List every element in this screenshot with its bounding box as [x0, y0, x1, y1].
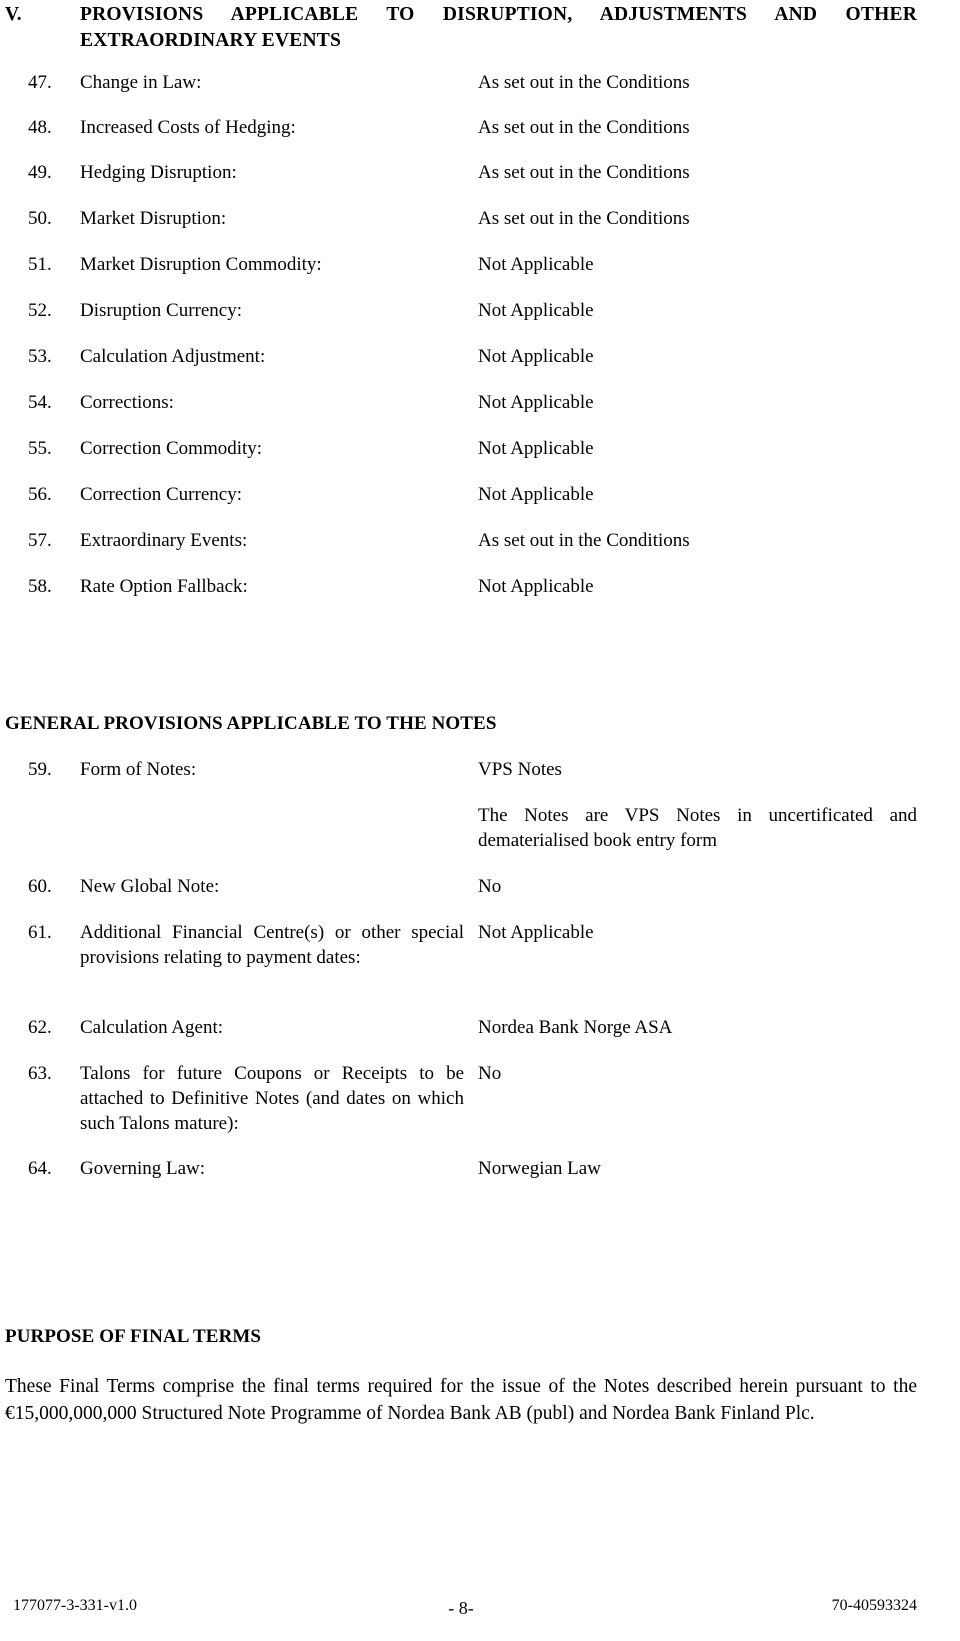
provision-value: Not Applicable	[478, 438, 594, 459]
provision-value: As set out in the Conditions	[478, 162, 690, 183]
form-of-notes-detail: The Notes are VPS Notes in uncertificate…	[478, 805, 917, 851]
provision-row-61: 61. Additional Financial Centre(s) or ot…	[28, 920, 917, 970]
provision-number: 50.	[28, 208, 52, 229]
provision-number: 59.	[28, 759, 52, 780]
provision-label: Hedging Disruption:	[80, 162, 237, 183]
provision-number: 53.	[28, 346, 52, 367]
provision-value: Not Applicable	[478, 392, 594, 413]
provision-value: As set out in the Conditions	[478, 530, 690, 551]
provision-value: No	[478, 1063, 502, 1084]
provision-label: Change in Law:	[80, 72, 202, 93]
provision-label: Calculation Adjustment:	[80, 346, 266, 367]
provision-label: Additional Financial Centre(s) or other …	[80, 922, 464, 968]
provision-label: Correction Commodity:	[80, 438, 263, 459]
provision-label: Correction Currency:	[80, 484, 242, 505]
provision-number: 64.	[28, 1158, 52, 1179]
provision-label: Rate Option Fallback:	[80, 576, 248, 597]
provision-label: Disruption Currency:	[80, 300, 243, 321]
provision-value: Norwegian Law	[478, 1158, 601, 1179]
purpose-paragraph: These Final Terms comprise the final ter…	[5, 1376, 917, 1424]
provision-value: Nordea Bank Norge ASA	[478, 1017, 673, 1038]
provision-number: 62.	[28, 1017, 52, 1038]
provision-number: 61.	[28, 922, 52, 943]
provision-number: 63.	[28, 1063, 52, 1084]
document-page: V. PROVISIONS APPLICABLE TO DISRUPTION, …	[0, 0, 960, 1641]
provision-label: Form of Notes:	[80, 759, 197, 780]
provision-row-60: 60. New Global Note: No	[28, 874, 917, 899]
provision-label: Increased Costs of Hedging:	[80, 117, 296, 138]
provision-row-48: 48. Increased Costs of Hedging: As set o…	[28, 115, 917, 140]
provision-value: Not Applicable	[478, 254, 594, 275]
provision-value: Not Applicable	[478, 576, 594, 597]
provision-value: Not Applicable	[478, 346, 594, 367]
provision-value: As set out in the Conditions	[478, 117, 690, 138]
provision-label: Talons for future Coupons or Receipts to…	[80, 1063, 464, 1134]
provision-row-52: 52. Disruption Currency: Not Applicable	[28, 298, 917, 323]
provision-row-54: 54. Corrections: Not Applicable	[28, 390, 917, 415]
provision-value: Not Applicable	[478, 300, 594, 321]
footer-job-number: 70-40593324	[831, 1597, 917, 1614]
provision-number: 57.	[28, 530, 52, 551]
footer-page-number: - 8-	[448, 1598, 474, 1618]
provision-row-51: 51. Market Disruption Commodity: Not App…	[28, 252, 917, 277]
provision-number: 58.	[28, 576, 52, 597]
provision-number: 48.	[28, 117, 52, 138]
provision-row-53: 53. Calculation Adjustment: Not Applicab…	[28, 344, 917, 369]
provision-value: VPS Notes	[478, 759, 562, 780]
section-number: V.	[5, 4, 22, 25]
provision-row-58: 58. Rate Option Fallback: Not Applicable	[28, 574, 917, 599]
provision-number: 51.	[28, 254, 52, 275]
provision-label: Calculation Agent:	[80, 1017, 224, 1038]
purpose-heading: PURPOSE OF FINAL TERMS	[5, 1326, 262, 1347]
provision-value: Not Applicable	[478, 484, 594, 505]
provision-value: As set out in the Conditions	[478, 72, 690, 93]
provision-value: As set out in the Conditions	[478, 208, 690, 229]
provision-row-64: 64. Governing Law: Norwegian Law	[28, 1156, 917, 1181]
provision-row-56: 56. Correction Currency: Not Applicable	[28, 482, 917, 507]
provision-row-47: 47. Change in Law: As set out in the Con…	[28, 70, 917, 95]
provision-label: Governing Law:	[80, 1158, 206, 1179]
provision-row-57: 57. Extraordinary Events: As set out in …	[28, 528, 917, 553]
section-title: PROVISIONS APPLICABLE TO DISRUPTION, ADJ…	[80, 4, 917, 51]
provision-number: 56.	[28, 484, 52, 505]
provision-row-62: 62. Calculation Agent: Nordea Bank Norge…	[28, 1015, 917, 1040]
provision-value: No	[478, 876, 502, 897]
provision-label: Market Disruption Commodity:	[80, 254, 322, 275]
provision-number: 52.	[28, 300, 52, 321]
provision-number: 55.	[28, 438, 52, 459]
provision-number: 47.	[28, 72, 52, 93]
provision-label: Corrections:	[80, 392, 174, 413]
provision-label: Market Disruption:	[80, 208, 227, 229]
provision-row-55: 55. Correction Commodity: Not Applicable	[28, 436, 917, 461]
page-footer: 177077-3-331-v1.0 - 8- 70-40593324	[5, 1595, 917, 1619]
general-provisions-heading: GENERAL PROVISIONS APPLICABLE TO THE NOT…	[5, 713, 497, 734]
provision-row-59: 59. Form of Notes: VPS Notes	[28, 757, 917, 782]
provision-row-49: 49. Hedging Disruption: As set out in th…	[28, 160, 917, 185]
provision-number: 54.	[28, 392, 52, 413]
provision-label: New Global Note:	[80, 876, 220, 897]
provision-row-63: 63. Talons for future Coupons or Receipt…	[28, 1061, 917, 1136]
section-heading-v: V. PROVISIONS APPLICABLE TO DISRUPTION, …	[5, 2, 917, 54]
provision-value: Not Applicable	[478, 922, 594, 943]
provision-number: 49.	[28, 162, 52, 183]
provision-label: Extraordinary Events:	[80, 530, 248, 551]
provision-row-50: 50. Market Disruption: As set out in the…	[28, 206, 917, 231]
provision-number: 60.	[28, 876, 52, 897]
